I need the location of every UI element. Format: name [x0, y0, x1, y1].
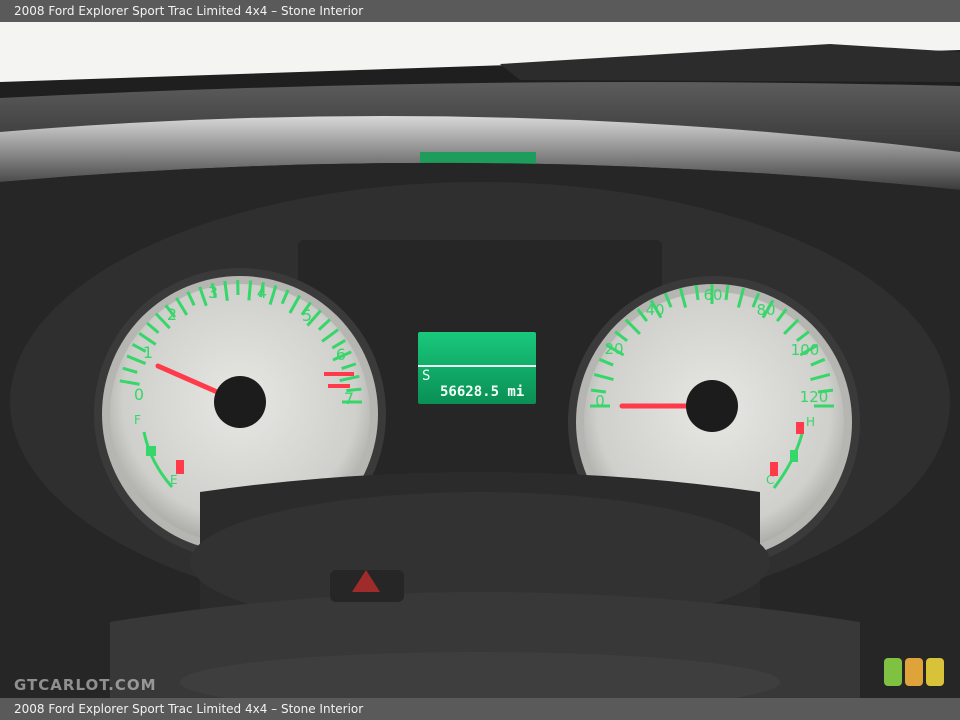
speed-label-60: 60 [703, 286, 722, 304]
odometer-display: S 56628.5 mi [418, 332, 536, 404]
rating-badge-icon [884, 658, 944, 686]
instrument-cluster-photo: 0 1 2 3 4 5 6 7 F E 0 20 40 60 80 100 12… [0, 22, 960, 698]
fuel-pump-icon [146, 446, 156, 456]
thermometer-icon [790, 450, 798, 462]
bottom-caption: 2008 Ford Explorer Sport Trac Limited 4x… [14, 702, 364, 716]
tach-label-4: 4 [257, 283, 267, 302]
tach-label-0: 0 [134, 385, 144, 404]
watermark: GTCARLOT.COM [14, 676, 157, 694]
gauge-tick [694, 284, 700, 301]
speed-label-80: 80 [756, 301, 775, 319]
tach-label-7: 7 [344, 389, 354, 408]
speed-label-120: 120 [800, 388, 829, 406]
speed-label-0: 0 [595, 392, 605, 410]
fuel-full-label: F [134, 413, 141, 427]
odometer-reading: 56628.5 mi [440, 384, 524, 400]
bottom-caption-bar: 2008 Ford Explorer Sport Trac Limited 4x… [0, 698, 960, 720]
speed-label-40: 40 [645, 301, 664, 319]
odometer-mode: S [422, 368, 430, 384]
gauge-tick [247, 280, 253, 301]
tach-label-5: 5 [302, 306, 312, 325]
speed-label-100: 100 [791, 341, 820, 359]
gauge-tick [724, 284, 730, 301]
tach-label-2: 2 [167, 305, 177, 324]
tach-label-6: 6 [336, 345, 346, 364]
top-caption-bar: 2008 Ford Explorer Sport Trac Limited 4x… [0, 0, 960, 22]
temp-hot-label: H [806, 415, 815, 429]
tach-label-1: 1 [143, 343, 153, 362]
tach-label-3: 3 [208, 283, 218, 302]
top-caption: 2008 Ford Explorer Sport Trac Limited 4x… [14, 4, 364, 18]
speed-label-20: 20 [604, 340, 623, 358]
